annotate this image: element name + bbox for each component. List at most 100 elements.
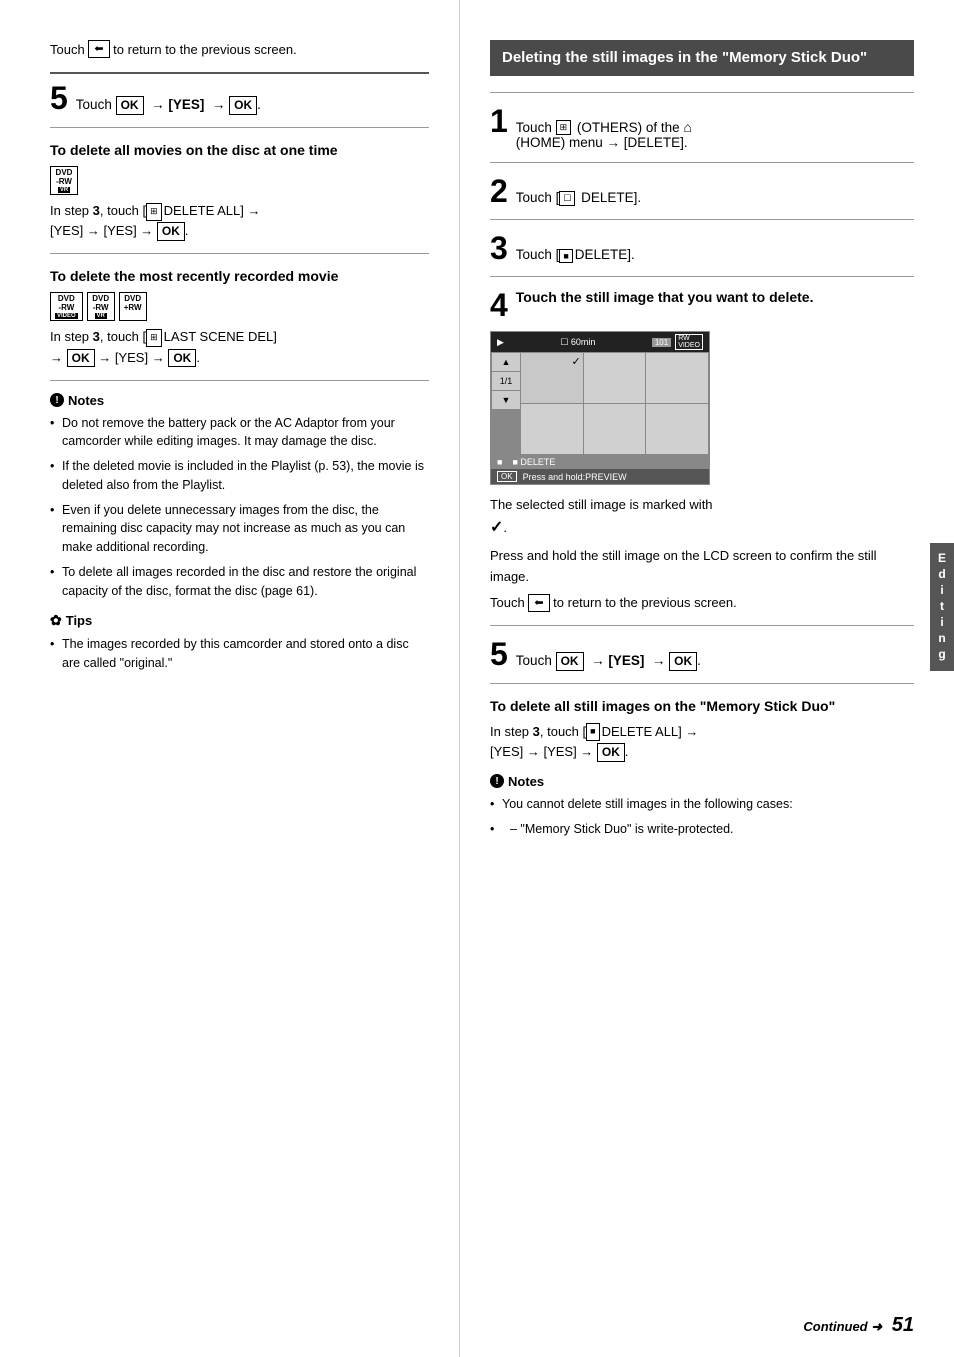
divider-4	[50, 380, 429, 381]
notes2-section: ! Notes You cannot delete still images i…	[490, 774, 914, 839]
screen-img-3[interactable]	[646, 353, 708, 403]
screen-img-2[interactable]	[584, 353, 646, 403]
continued-line: Continued ➜ 51	[803, 1314, 914, 1337]
screen-top-bar: ▶ ☐ 60min 101 RWVIDEO	[491, 332, 709, 352]
divider-r6	[490, 683, 914, 684]
step3-icon: ■	[559, 249, 572, 263]
screen-top-right: 101 RWVIDEO	[652, 334, 703, 350]
delete-all-still-heading: To delete all still images on the "Memor…	[490, 698, 914, 714]
screen-img-4[interactable]	[521, 404, 583, 454]
note-item-2: If the deleted movie is included in the …	[50, 457, 429, 495]
page-number: 51	[892, 1314, 914, 1336]
ok-box-last: OK	[67, 349, 95, 368]
notes-list: Do not remove the battery pack or the AC…	[50, 414, 429, 601]
delete-all-still-step: In step 3, touch [■DELETE ALL] → [YES] →…	[490, 722, 914, 762]
step2-icon: ☐	[559, 191, 575, 206]
step4-text: Touch the still image that you want to d…	[516, 289, 814, 305]
editing-tab: Editing	[930, 543, 954, 671]
section-heading-right: Deleting the still images in the "Memory…	[490, 40, 914, 76]
screen-mockup: ▶ ☐ 60min 101 RWVIDEO ▲ 1/1 ▼ ✓	[490, 331, 710, 485]
screen-nav-up[interactable]: ▲	[492, 353, 520, 371]
touch-back-line: Touch ⬅ to return to the previous screen…	[50, 40, 429, 58]
screen-delete-icon: ■	[497, 457, 502, 467]
left-column: Touch ⬅ to return to the previous screen…	[0, 0, 460, 1357]
note-item-4: To delete all images recorded in the dis…	[50, 563, 429, 601]
right-column: Deleting the still images in the "Memory…	[460, 0, 954, 1357]
ok-box-still-all: OK	[597, 743, 625, 762]
film-icon-2: ⊞	[146, 329, 162, 347]
divider-r2	[490, 162, 914, 163]
selected-image-text: The selected still image is marked with …	[490, 495, 914, 540]
divider-r4	[490, 276, 914, 277]
touch-return-text: Touch ⬅ to return to the previous screen…	[490, 593, 914, 613]
step5r-ok2: OK	[669, 652, 697, 671]
screen-img-5[interactable]	[584, 404, 646, 454]
back-arrow-right: ⬅	[528, 594, 549, 612]
note-item-1: Do not remove the battery pack or the AC…	[50, 414, 429, 452]
tips-icon: ✿	[50, 612, 62, 629]
dvd-badge-group-1: DVD-RW VR	[50, 166, 429, 195]
film-icon-r: ■	[586, 723, 599, 741]
step5-text: Touch OK → [YES] → OK.	[76, 96, 261, 115]
notes-title: ! Notes	[50, 393, 429, 408]
divider-r1	[490, 92, 914, 93]
divider-3	[50, 253, 429, 254]
tips-list: The images recorded by this camcorder an…	[50, 635, 429, 673]
film-icon-1: ⊞	[146, 203, 162, 221]
tips-section: ✿ Tips The images recorded by this camco…	[50, 612, 429, 673]
touch-back-desc: to return to the previous screen.	[113, 42, 297, 57]
screen-img-1[interactable]: ✓	[521, 353, 583, 403]
dvd-rw-vr-badge: DVD-RW VR	[87, 292, 115, 321]
divider-1	[50, 72, 429, 74]
screen-rw-badge: RWVIDEO	[675, 334, 703, 350]
note2-icon: !	[490, 774, 504, 788]
screen-nav-down[interactable]: ▼	[492, 391, 520, 409]
step4-right: 4 Touch the still image that you want to…	[490, 289, 914, 321]
touch-back-touch: Touch	[50, 42, 85, 57]
dvd-rw-badge-1: DVD-RW VR	[50, 166, 78, 195]
note-item-3: Even if you delete unnecessary images fr…	[50, 501, 429, 557]
step5-num: 5	[50, 82, 68, 114]
step5-right: 5 Touch OK → [YES] → OK.	[490, 638, 914, 671]
step1-right: 1 Touch ⊞ (OTHERS) of the ⌂ (HOME) menu …	[490, 105, 914, 151]
screen-page-num: 1/1	[492, 372, 520, 390]
note-icon: !	[50, 393, 64, 407]
step5r-text: Touch OK → [YES] → OK.	[516, 652, 701, 671]
screen-body: ▲ 1/1 ▼ ✓	[491, 352, 709, 455]
step5-left: 5 Touch OK → [YES] → OK.	[50, 82, 429, 115]
delete-last-scene-heading: To delete the most recently recorded mov…	[50, 268, 429, 284]
divider-2	[50, 127, 429, 128]
tip-item-1: The images recorded by this camcorder an…	[50, 635, 429, 673]
tips-title: ✿ Tips	[50, 612, 429, 629]
step1-num: 1	[490, 105, 508, 137]
screen-nav: ▲ 1/1 ▼	[492, 353, 520, 454]
step2-right: 2 Touch [☐ DELETE].	[490, 175, 914, 207]
step3-right: 3 Touch [■DELETE].	[490, 232, 914, 264]
step3-text: Touch [■DELETE].	[516, 247, 635, 262]
screen-ok-bar: OK Press and hold:PREVIEW	[491, 469, 709, 484]
step5r-ok1: OK	[556, 652, 584, 671]
screen-preview-label: Press and hold:PREVIEW	[523, 472, 627, 482]
step5r-num: 5	[490, 638, 508, 670]
delete-all-movies-heading: To delete all movies on the disc at one …	[50, 142, 429, 158]
dvd-rw-video-badge: DVD-RW VIDEO	[50, 292, 83, 321]
notes2-list: You cannot delete still images in the fo…	[490, 795, 914, 839]
last-scene-step-text: In step 3, touch [⊞LAST SCENE DEL] → OK …	[50, 327, 429, 367]
ok-box-last2: OK	[168, 349, 196, 368]
screen-ok-label[interactable]: OK	[497, 471, 517, 482]
divider-r5	[490, 625, 914, 626]
step2-num: 2	[490, 175, 508, 207]
screen-image-grid: ✓	[521, 353, 708, 454]
notes2-title: ! Notes	[490, 774, 914, 789]
press-hold-text: Press and hold the still image on the LC…	[490, 546, 914, 586]
checkmark-symbol: ✓	[490, 519, 503, 536]
step5-ok1: OK	[116, 96, 144, 115]
screen-img-6[interactable]	[646, 404, 708, 454]
step4-num: 4	[490, 289, 508, 321]
note2-item-1: You cannot delete still images in the fo…	[490, 795, 914, 814]
note2-item-2: – "Memory Stick Duo" is write-protected.	[490, 820, 914, 839]
screen-delete-label: ■ DELETE	[512, 457, 555, 467]
step5-ok2: OK	[229, 96, 257, 115]
divider-r3	[490, 219, 914, 220]
screen-play-icon: ▶	[497, 337, 504, 348]
